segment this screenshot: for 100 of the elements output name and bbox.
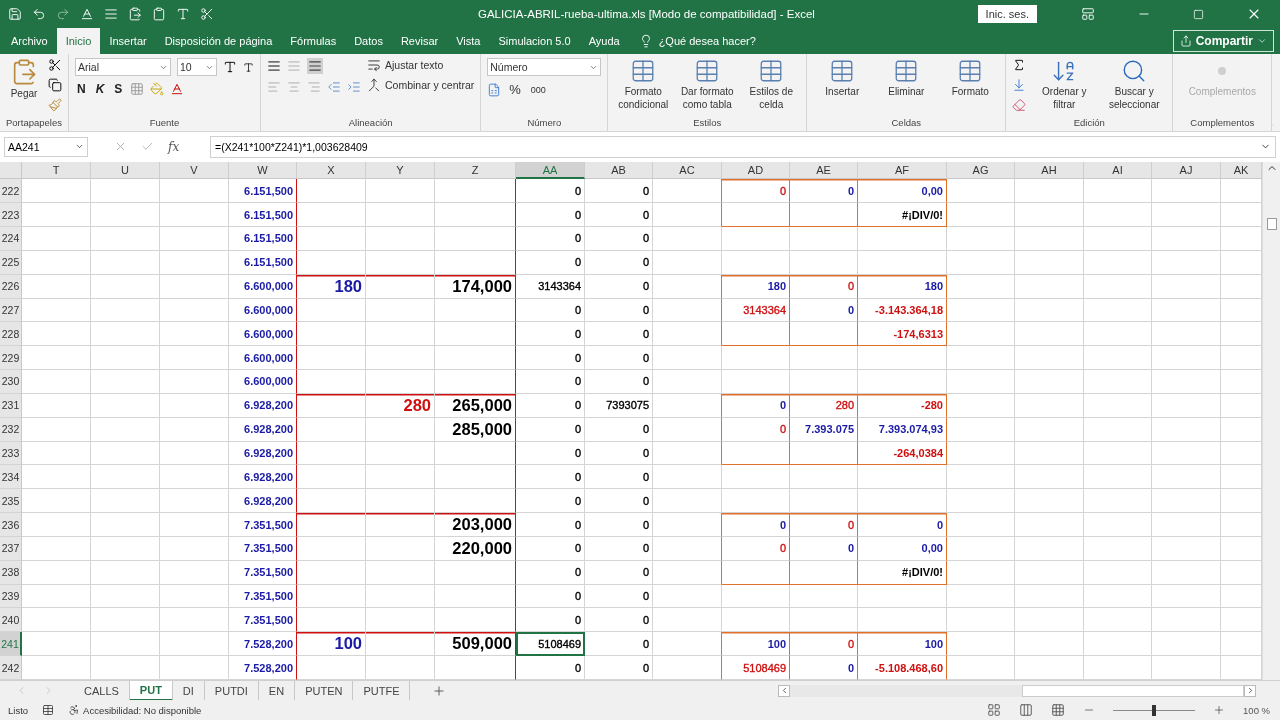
number-format-field[interactable]: Número: [487, 58, 602, 76]
grow-font-icon[interactable]: [223, 60, 237, 74]
paste-button[interactable]: Pegar: [6, 58, 42, 101]
font-style-button[interactable]: N: [75, 82, 88, 96]
menu-tab[interactable]: Vista: [447, 28, 490, 54]
eraser-icon[interactable]: [1012, 98, 1027, 112]
row-header[interactable]: 235: [0, 489, 22, 514]
column-header[interactable]: AJ: [1152, 162, 1221, 180]
column-header[interactable]: AG: [947, 162, 1015, 180]
ribbon-display-icon[interactable]: [1081, 7, 1095, 21]
row-header[interactable]: 238: [0, 560, 22, 585]
merge-button[interactable]: Combinar y centrar: [367, 78, 475, 92]
zoom-level[interactable]: 100 %: [1243, 704, 1270, 716]
column-header[interactable]: V: [160, 162, 229, 180]
row-header[interactable]: 225: [0, 250, 22, 275]
column-header[interactable]: AI: [1084, 162, 1152, 180]
align-top-icon[interactable]: [267, 59, 281, 73]
row-header[interactable]: 233: [0, 441, 22, 466]
column-header[interactable]: AD: [722, 162, 790, 180]
page-break-icon[interactable]: [1051, 703, 1066, 717]
align-bottom-button[interactable]: [307, 58, 323, 74]
column-header[interactable]: U: [91, 162, 160, 180]
ribbon-button[interactable]: Insertar: [813, 58, 872, 99]
row-header[interactable]: 226: [0, 274, 22, 299]
row-header[interactable]: 240: [0, 608, 22, 633]
borders-icon[interactable]: [130, 82, 145, 96]
menu-tab[interactable]: Insertar: [100, 28, 156, 54]
menu-tab[interactable]: Disposición de página: [155, 28, 282, 54]
formula-field[interactable]: =(X241*100*Z241)*1,003628409: [210, 136, 1276, 158]
menu-tab[interactable]: Simulacion 5.0: [489, 28, 580, 54]
zoom-slider-thumb[interactable]: [1152, 704, 1157, 716]
menu-tab[interactable]: Archivo: [2, 28, 57, 54]
font-color-icon[interactable]: [80, 7, 94, 21]
column-header[interactable]: W: [229, 162, 297, 180]
scrollbar-thumb[interactable]: [1266, 218, 1277, 230]
column-header[interactable]: AF: [858, 162, 947, 180]
row-header[interactable]: 228: [0, 322, 22, 347]
font-color-icon[interactable]: [170, 82, 185, 96]
menu-tab[interactable]: Datos: [345, 28, 392, 54]
ribbon-button[interactable]: Formato condicional: [614, 58, 673, 111]
row-header[interactable]: 234: [0, 465, 22, 490]
thousands-button[interactable]: 000: [528, 84, 548, 95]
menu-tab[interactable]: Ayuda: [579, 28, 629, 54]
row-header[interactable]: 231: [0, 393, 22, 418]
row-header[interactable]: 239: [0, 584, 22, 609]
column-header[interactable]: Y: [366, 162, 435, 180]
row-header[interactable]: 229: [0, 346, 22, 371]
row-header[interactable]: 232: [0, 417, 22, 442]
fill-icon[interactable]: [1012, 78, 1027, 92]
row-header[interactable]: 236: [0, 513, 22, 537]
cut-icon[interactable]: [48, 58, 62, 72]
row-header[interactable]: 223: [0, 203, 22, 227]
shrink-font-icon[interactable]: [243, 61, 254, 73]
add-sheet-icon[interactable]: [432, 683, 447, 698]
clipboard-icon[interactable]: [152, 7, 166, 21]
fill-color-icon[interactable]: [150, 82, 165, 96]
column-header[interactable]: X: [297, 162, 366, 180]
wrap-text-button[interactable]: Ajustar texto: [367, 58, 475, 72]
normal-view-icon[interactable]: [987, 703, 1002, 717]
paintbrush-icon[interactable]: [48, 98, 62, 112]
page-layout-icon[interactable]: [1019, 703, 1034, 717]
accessibility-status[interactable]: Accesibilidad: No disponible: [83, 704, 202, 716]
font-size-field[interactable]: 10: [177, 58, 217, 76]
column-header[interactable]: AE: [790, 162, 858, 180]
menu-tab[interactable]: Inicio: [56, 28, 101, 54]
insert-function-button[interactable]: fx: [168, 140, 180, 154]
row-header[interactable]: 224: [0, 226, 22, 251]
scrollbar-thumb[interactable]: [1022, 684, 1244, 697]
sign-in-button[interactable]: Inic. ses.: [977, 5, 1037, 23]
column-header[interactable]: AB: [585, 162, 653, 180]
percent-button[interactable]: %: [507, 82, 523, 97]
ribbon-button[interactable]: Buscar y seleccionar: [1102, 58, 1167, 111]
column-header[interactable]: AH: [1015, 162, 1084, 180]
row-header[interactable]: 227: [0, 298, 22, 323]
font-style-button[interactable]: S: [112, 82, 125, 96]
font-size-icon[interactable]: [176, 7, 190, 21]
outdent-icon[interactable]: [327, 80, 341, 94]
font-style-button[interactable]: K: [93, 82, 107, 96]
sheet-tab[interactable]: PUT: [129, 680, 173, 701]
share-button[interactable]: Compartir: [1172, 30, 1274, 52]
menu-tab[interactable]: Revisar: [391, 28, 448, 54]
caret-icon[interactable]: [1257, 36, 1267, 46]
undo-icon[interactable]: [32, 7, 46, 21]
paste-icon[interactable]: [128, 7, 142, 21]
scroll-right-button[interactable]: [1244, 684, 1256, 697]
ribbon-button[interactable]: Eliminar: [877, 58, 936, 99]
row-header[interactable]: 230: [0, 370, 22, 394]
menu-tab[interactable]: Fórmulas: [281, 28, 346, 54]
name-box[interactable]: AA241: [4, 137, 88, 157]
align-icon[interactable]: [104, 7, 118, 21]
row-header[interactable]: 241: [0, 632, 22, 657]
ribbon-button[interactable]: Ordenar y filtrar: [1032, 58, 1097, 111]
redo-icon[interactable]: [56, 7, 70, 21]
copy-icon[interactable]: [48, 78, 62, 92]
zoom-in-icon[interactable]: [1213, 704, 1226, 716]
save-icon[interactable]: [8, 7, 22, 21]
row-header[interactable]: 242: [0, 656, 22, 680]
column-header[interactable]: T: [22, 162, 91, 180]
accessibility-icon[interactable]: [68, 704, 81, 716]
ribbon-button[interactable]: Dar formato como tabla: [678, 58, 737, 111]
